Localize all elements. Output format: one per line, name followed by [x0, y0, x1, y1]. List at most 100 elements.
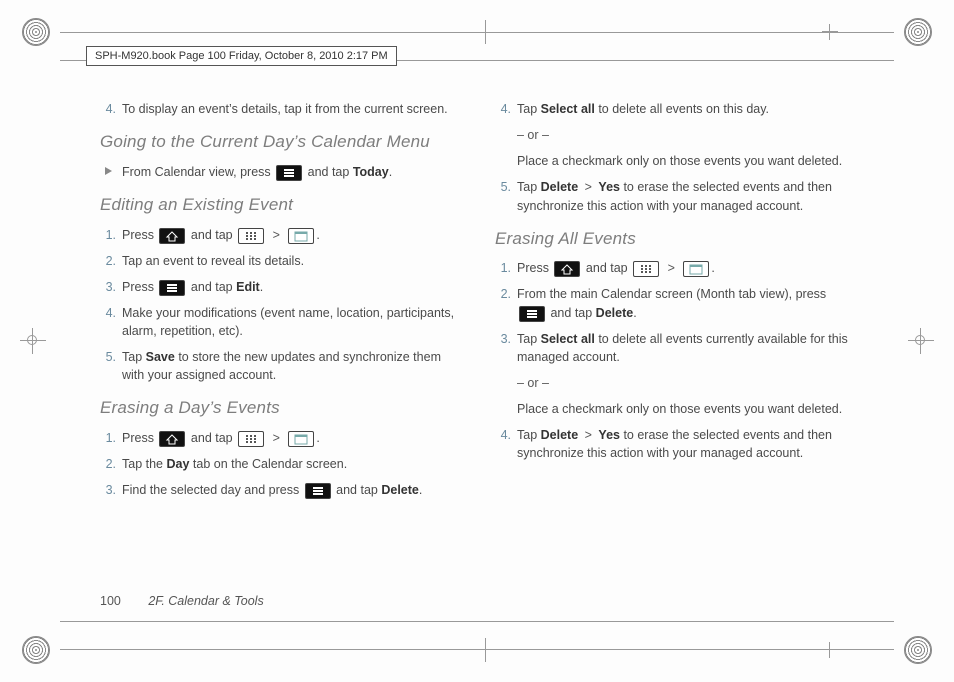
- step-item: 3. Find the selected day and press and t…: [100, 481, 459, 499]
- step-text: To display an event’s details, tap it fr…: [122, 100, 459, 118]
- step-alt-text: Place a checkmark only on those events y…: [517, 400, 854, 418]
- step-item: 3. Press and tap Edit.: [100, 278, 459, 296]
- ui-label: Delete: [381, 483, 419, 497]
- step-text: Tap Save to store the new updates and sy…: [122, 348, 459, 384]
- ui-label: Yes: [598, 428, 620, 442]
- step-text: Tap Select all to delete all events curr…: [517, 330, 854, 366]
- step-number: 4.: [495, 100, 517, 118]
- step-text: Press and tap > .: [122, 226, 459, 244]
- or-separator: – or –: [517, 374, 854, 392]
- step-number: 1.: [495, 259, 517, 277]
- right-column: 4. Tap Select all to delete all events o…: [495, 100, 854, 582]
- home-key-icon: [159, 431, 185, 447]
- step-number: 4.: [100, 304, 122, 340]
- crop-target-icon: [20, 328, 46, 354]
- heading-edit-event: Editing an Existing Event: [100, 193, 459, 218]
- step-item: 4. Make your modifications (event name, …: [100, 304, 459, 340]
- step-number: 1.: [100, 429, 122, 447]
- step-number: 4.: [100, 100, 122, 118]
- step-text: From the main Calendar screen (Month tab…: [517, 285, 854, 321]
- ui-label: Day: [166, 457, 189, 471]
- page-content: 4. To display an event’s details, tap it…: [100, 100, 854, 582]
- step-number: 1.: [100, 226, 122, 244]
- step-number: 4.: [495, 426, 517, 462]
- ui-label: Delete: [596, 306, 634, 320]
- or-separator: – or –: [517, 126, 854, 144]
- calendar-icon: [288, 431, 314, 447]
- crop-cross-icon: [822, 24, 838, 40]
- step-item: 2. From the main Calendar screen (Month …: [495, 285, 854, 321]
- crop-mark-icon: [22, 636, 50, 664]
- step-text: Make your modifications (event name, loc…: [122, 304, 459, 340]
- play-arrow-icon: [105, 167, 112, 175]
- step-text: From Calendar view, press and tap Today.: [122, 163, 459, 181]
- ui-label: Select all: [541, 332, 595, 346]
- step-item: 2. Tap the Day tab on the Calendar scree…: [100, 455, 459, 473]
- crop-line: [60, 621, 894, 622]
- crop-cross-icon: [822, 642, 838, 658]
- step-alt-text: Place a checkmark only on those events y…: [517, 152, 854, 170]
- step-number: 5.: [100, 348, 122, 384]
- step-item: 4. Tap Select all to delete all events o…: [495, 100, 854, 118]
- ui-label: Delete: [541, 180, 579, 194]
- step-text: Press and tap > .: [122, 429, 459, 447]
- crop-tick: [485, 20, 486, 44]
- ui-label: Save: [146, 350, 175, 364]
- page-footer: 100 2F. Calendar & Tools: [100, 594, 264, 608]
- ui-label: Today: [353, 165, 389, 179]
- step-item: 4. Tap Delete > Yes to erase the selecte…: [495, 426, 854, 462]
- crop-mark-icon: [904, 18, 932, 46]
- crop-mark-icon: [22, 18, 50, 46]
- heading-goto-today: Going to the Current Day’s Calendar Menu: [100, 130, 459, 155]
- step-text: Press and tap Edit.: [122, 278, 459, 296]
- heading-erase-all: Erasing All Events: [495, 227, 854, 252]
- step-number: 2.: [100, 252, 122, 270]
- step-item: 5. Tap Delete > Yes to erase the selecte…: [495, 178, 854, 214]
- home-key-icon: [554, 261, 580, 277]
- ui-label: Yes: [598, 180, 620, 194]
- chevron-right-icon: >: [668, 261, 679, 275]
- page-number: 100: [100, 594, 121, 608]
- apps-grid-icon: [238, 228, 264, 244]
- crop-line: [60, 32, 894, 33]
- step-item: 1. Press and tap > .: [100, 429, 459, 447]
- step-item: 1. Press and tap > .: [100, 226, 459, 244]
- apps-grid-icon: [238, 431, 264, 447]
- step-text: Find the selected day and press and tap …: [122, 481, 459, 499]
- step-number: 3.: [100, 481, 122, 499]
- heading-erase-day: Erasing a Day’s Events: [100, 396, 459, 421]
- step-item: 2. Tap an event to reveal its details.: [100, 252, 459, 270]
- menu-key-icon: [276, 165, 302, 181]
- crop-mark-icon: [904, 636, 932, 664]
- step-number: 5.: [495, 178, 517, 214]
- crop-line: [60, 649, 894, 650]
- menu-key-icon: [305, 483, 331, 499]
- step-item: 5. Tap Save to store the new updates and…: [100, 348, 459, 384]
- left-column: 4. To display an event’s details, tap it…: [100, 100, 459, 582]
- chevron-right-icon: >: [273, 228, 284, 242]
- menu-key-icon: [159, 280, 185, 296]
- menu-key-icon: [519, 306, 545, 322]
- step-text: Tap an event to reveal its details.: [122, 252, 459, 270]
- step-item: 3. Tap Select all to delete all events c…: [495, 330, 854, 366]
- step-item: 4. To display an event’s details, tap it…: [100, 100, 459, 118]
- section-title: 2F. Calendar & Tools: [148, 594, 263, 608]
- apps-grid-icon: [633, 261, 659, 277]
- step-text: Tap the Day tab on the Calendar screen.: [122, 455, 459, 473]
- ui-label: Select all: [541, 102, 595, 116]
- step-text: Tap Delete > Yes to erase the selected e…: [517, 178, 854, 214]
- calendar-icon: [683, 261, 709, 277]
- ui-label: Delete: [541, 428, 579, 442]
- chevron-right-icon: >: [273, 431, 284, 445]
- step-number: 2.: [495, 285, 517, 321]
- crop-tick: [485, 638, 486, 662]
- ui-label: Edit: [236, 280, 260, 294]
- step-item: 1. Press and tap > .: [495, 259, 854, 277]
- home-key-icon: [159, 228, 185, 244]
- step-text: Press and tap > .: [517, 259, 854, 277]
- step-number: 3.: [495, 330, 517, 366]
- step-text: Tap Delete > Yes to erase the selected e…: [517, 426, 854, 462]
- step-number: 2.: [100, 455, 122, 473]
- step-text: Tap Select all to delete all events on t…: [517, 100, 854, 118]
- pdf-header: SPH-M920.book Page 100 Friday, October 8…: [86, 46, 397, 66]
